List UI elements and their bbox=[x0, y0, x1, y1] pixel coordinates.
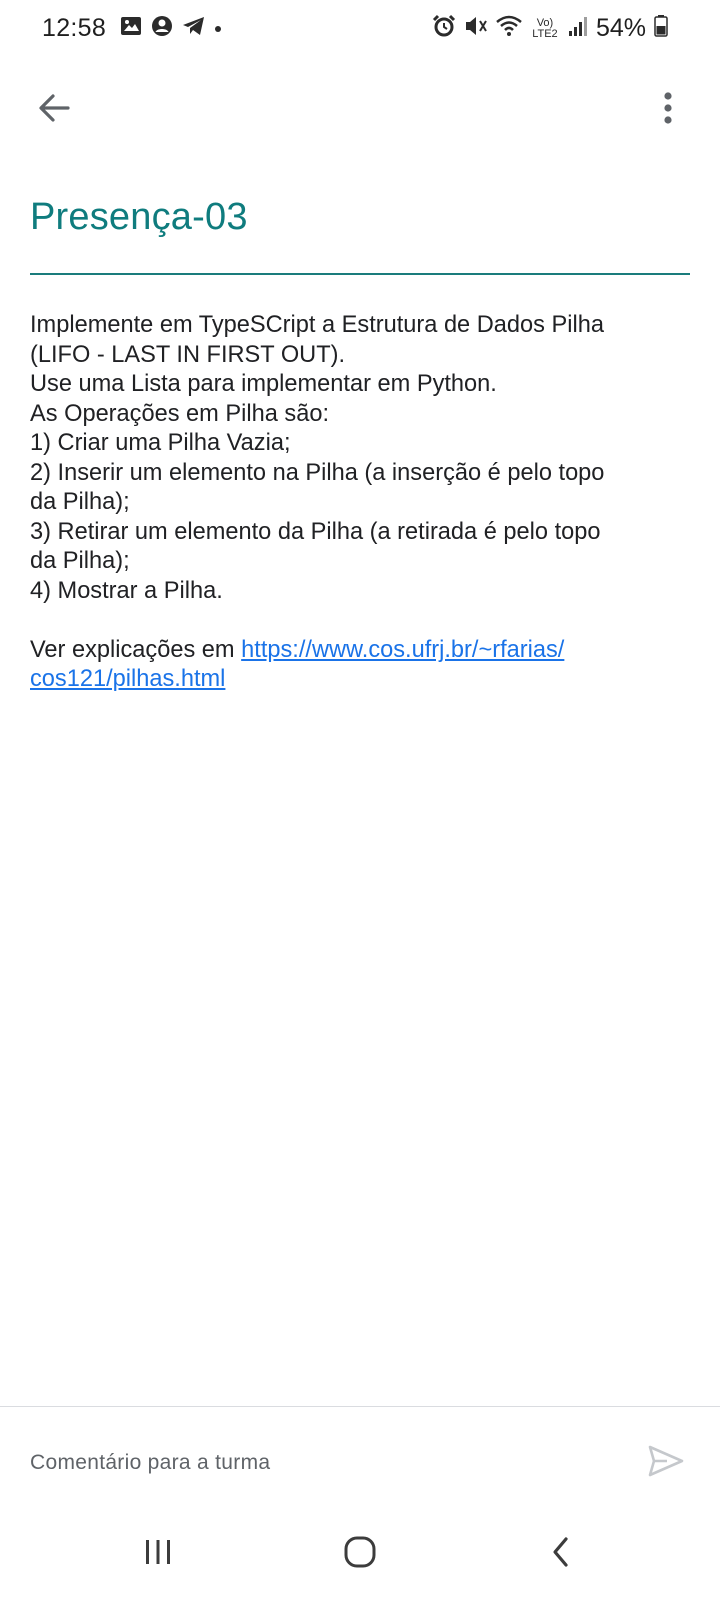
app-bar bbox=[0, 72, 720, 148]
body-line: 1) Criar uma Pilha Vazia; bbox=[30, 430, 291, 456]
body-line: 3) Retirar um elemento da Pilha (a retir… bbox=[30, 518, 601, 545]
battery-icon bbox=[654, 15, 668, 42]
link-prefix: Ver explicações em bbox=[30, 636, 242, 663]
wifi-icon bbox=[496, 15, 522, 42]
comment-bar bbox=[0, 1407, 720, 1512]
send-button[interactable] bbox=[640, 1437, 692, 1489]
status-bar-right: Vo) LTE2 54% bbox=[424, 14, 668, 43]
home-icon bbox=[343, 1535, 377, 1574]
arrow-back-icon bbox=[36, 90, 72, 131]
notification-dot-icon bbox=[215, 25, 222, 32]
body-line: da Pilha); bbox=[30, 489, 130, 515]
back-nav-icon bbox=[548, 1535, 574, 1574]
status-time: 12:58 bbox=[42, 14, 107, 42]
link-line: Ver explicações em https://www.cos.ufrj.… bbox=[30, 636, 698, 666]
body-line: 2) Inserir um elemento na Pilha (a inser… bbox=[30, 459, 605, 486]
home-button[interactable] bbox=[330, 1526, 390, 1582]
body-line: Implemente em TypeSCript a Estrutura de … bbox=[30, 312, 604, 338]
status-bar: 12:58 Vo) LTE2 54% bbox=[0, 0, 720, 62]
explanation-link[interactable]: https://www.cos.ufrj.br/~rfarias/ bbox=[241, 637, 564, 663]
post-title: Presença-03 bbox=[30, 196, 248, 238]
battery-percent: 54% bbox=[595, 14, 646, 42]
recents-icon bbox=[143, 1537, 173, 1572]
mute-icon bbox=[464, 15, 488, 42]
telegram-icon bbox=[182, 16, 206, 41]
more-vert-icon bbox=[662, 90, 674, 131]
post-body: Implemente em TypeSCript a Estrutura de … bbox=[30, 311, 698, 695]
system-nav-bar bbox=[0, 1512, 720, 1600]
nav-back-button[interactable] bbox=[531, 1526, 591, 1582]
signal-icon bbox=[568, 15, 588, 42]
status-bar-left: 12:58 bbox=[42, 14, 230, 43]
body-line: da Pilha); bbox=[30, 548, 130, 574]
back-button[interactable] bbox=[26, 82, 82, 138]
body-line: Use uma Lista para implementar em Python… bbox=[30, 371, 497, 397]
more-options-button[interactable] bbox=[640, 82, 696, 138]
account-icon bbox=[151, 15, 173, 42]
title-divider bbox=[30, 273, 690, 275]
send-icon bbox=[647, 1444, 685, 1483]
alarm-icon bbox=[432, 14, 456, 43]
explanation-link-continued[interactable]: cos121/pilhas.html bbox=[30, 666, 225, 692]
status-left-icons bbox=[120, 15, 230, 42]
body-line: (LIFO - LAST IN FIRST OUT). bbox=[30, 341, 346, 368]
body-line: As Operações em Pilha são: bbox=[30, 400, 330, 427]
body-line: 4) Mostrar a Pilha. bbox=[30, 577, 223, 604]
recents-button[interactable] bbox=[128, 1526, 188, 1582]
class-comment-input[interactable] bbox=[30, 1445, 610, 1481]
volte-lte2-icon: Vo) LTE2 bbox=[532, 16, 558, 40]
link-line-continued: cos121/pilhas.html bbox=[30, 665, 698, 695]
gallery-icon bbox=[120, 16, 142, 41]
